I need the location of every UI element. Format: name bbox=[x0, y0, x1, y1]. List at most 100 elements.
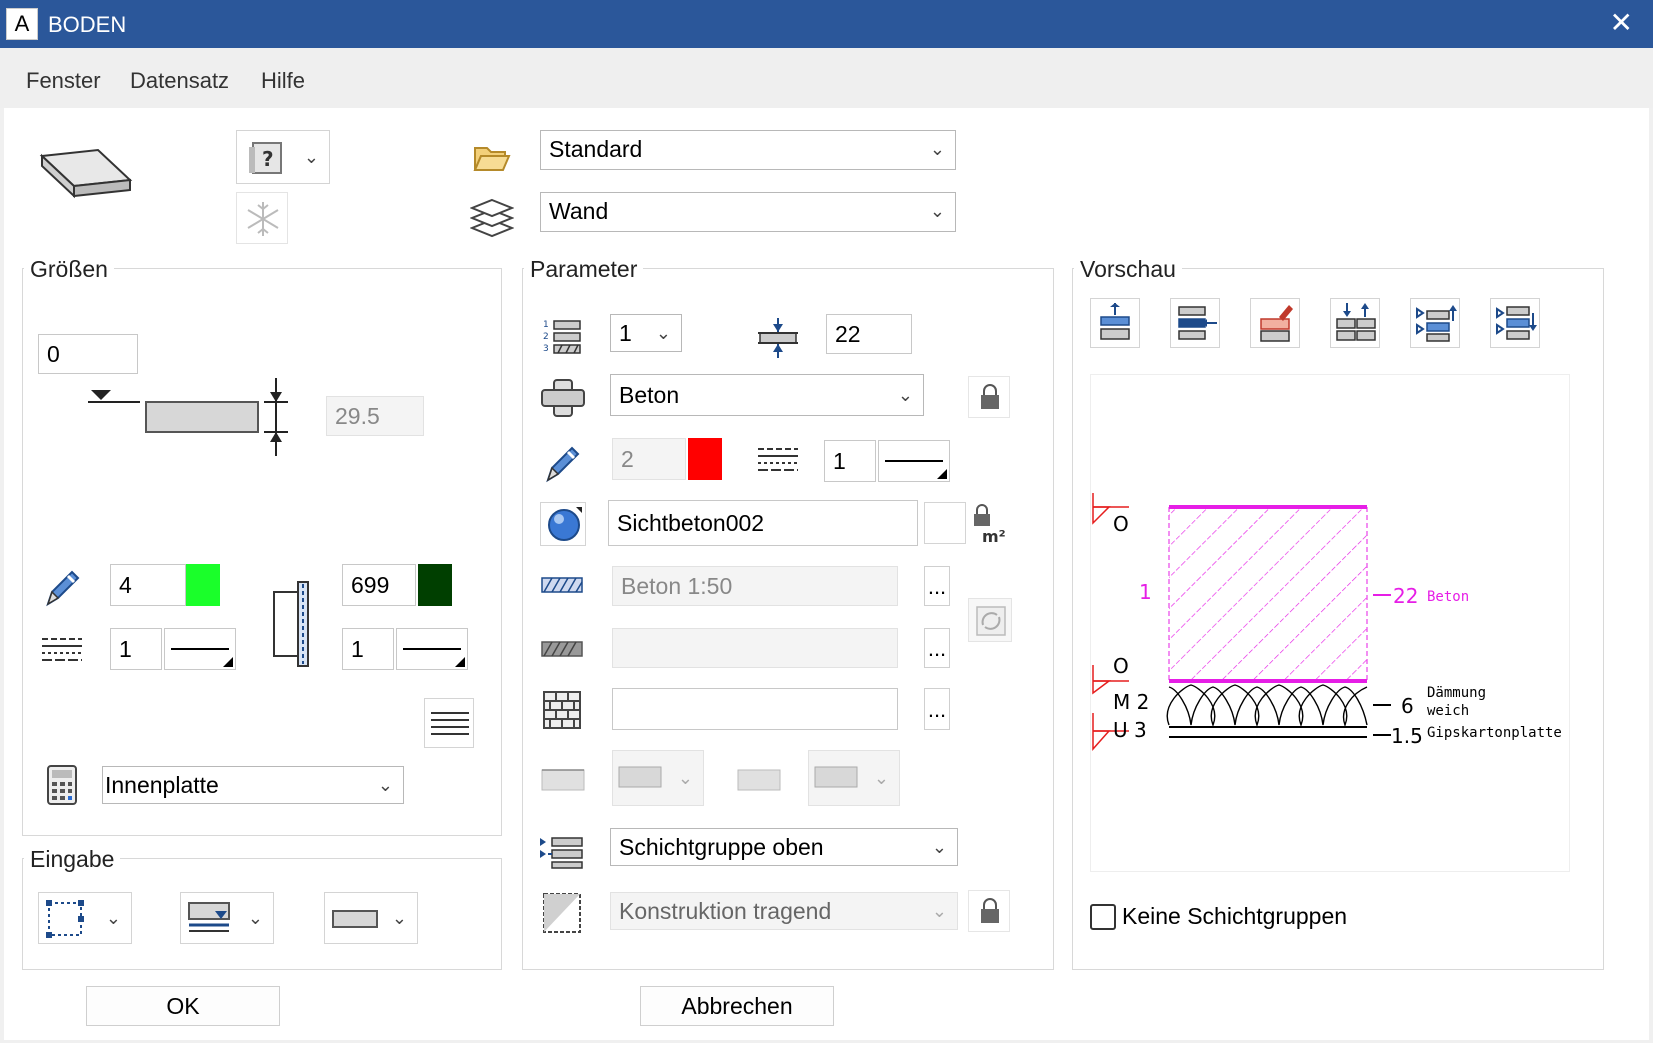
chevron-down-icon: ⌄ bbox=[931, 837, 947, 857]
layer-group-dropdown[interactable]: Schichtgruppe oben ⌄ bbox=[610, 828, 958, 866]
split-layer-button[interactable] bbox=[1330, 298, 1380, 348]
preview-layer1-num: 1 bbox=[1139, 580, 1152, 604]
svg-text:?: ? bbox=[262, 147, 274, 171]
window-title: BODEN bbox=[48, 12, 127, 37]
surface-color-button[interactable] bbox=[924, 502, 966, 544]
svg-text:3: 3 bbox=[543, 344, 549, 354]
shape-dropdown[interactable]: ⌄ bbox=[324, 892, 418, 944]
insert-above-icon bbox=[1100, 303, 1130, 340]
line-type-input[interactable]: 1 bbox=[110, 628, 162, 670]
layer-dropdown[interactable]: Wand ⌄ bbox=[540, 192, 956, 232]
preview-layer2-mat-2: weich bbox=[1427, 703, 1469, 719]
hatch-lines-button[interactable] bbox=[424, 698, 474, 748]
menu-hilfe[interactable]: Hilfe bbox=[261, 68, 305, 94]
menu-fenster[interactable]: Fenster bbox=[26, 68, 101, 94]
preview-layer3-thick: 1.5 bbox=[1391, 724, 1423, 748]
menu-bar: Fenster Datensatz Hilfe bbox=[0, 48, 1653, 108]
move-layer-down-button[interactable] bbox=[1490, 298, 1540, 348]
surface-line-icon bbox=[541, 769, 585, 791]
fill-input[interactable] bbox=[612, 688, 898, 730]
surface-area-lock-button[interactable]: m² bbox=[968, 500, 1010, 546]
layers-icon[interactable] bbox=[470, 196, 514, 238]
folder-open-icon[interactable] bbox=[472, 140, 512, 174]
no-layer-groups-label: Keine Schichtgruppen bbox=[1122, 903, 1348, 929]
line-style-picker[interactable] bbox=[164, 628, 236, 670]
menu-datensatz[interactable]: Datensatz bbox=[130, 68, 229, 94]
color-number-input[interactable]: 699 bbox=[342, 564, 416, 606]
color-swatch[interactable] bbox=[418, 564, 452, 606]
layer-group-icon bbox=[540, 837, 583, 869]
line-type-input-2[interactable]: 1 bbox=[342, 628, 394, 670]
hatch-icon bbox=[541, 577, 583, 593]
chevron-down-icon: ⌄ bbox=[247, 908, 263, 928]
svg-text:2: 2 bbox=[543, 332, 549, 342]
assign-attributes-button[interactable] bbox=[968, 598, 1012, 642]
material-lock-button[interactable] bbox=[968, 376, 1010, 418]
material-value: Beton bbox=[619, 382, 680, 408]
move-down-icon bbox=[1496, 306, 1537, 340]
hatch-more-button[interactable]: ... bbox=[924, 566, 950, 606]
fill-more-button[interactable]: ... bbox=[924, 688, 950, 730]
pen-thickness-input[interactable]: 4 bbox=[110, 564, 186, 606]
move-up-icon bbox=[1416, 305, 1457, 342]
layer-thickness-input[interactable]: 22 bbox=[826, 314, 912, 354]
hatch-input: Beton 1:50 bbox=[612, 566, 898, 606]
move-layer-up-button[interactable] bbox=[1410, 298, 1460, 348]
close-icon[interactable]: ✕ bbox=[1610, 6, 1633, 39]
help-style-dropdown[interactable]: ? ⌄ bbox=[236, 130, 330, 184]
freeze-button[interactable] bbox=[236, 192, 288, 244]
layer-line-type-input[interactable]: 1 bbox=[824, 440, 876, 482]
preview-layer2-thick: 6 bbox=[1401, 694, 1414, 718]
offset-input[interactable]: 0 bbox=[38, 334, 138, 374]
insert-layer-below-button[interactable] bbox=[1170, 298, 1220, 348]
app-icon: A bbox=[6, 8, 38, 40]
groessen-title: Größen bbox=[24, 256, 114, 283]
parallel-lines-icon bbox=[431, 712, 469, 735]
material-dropdown[interactable]: Beton ⌄ bbox=[610, 374, 924, 416]
reference-level-icon bbox=[188, 902, 230, 932]
split-layer-icon bbox=[1336, 303, 1376, 341]
preview-layer3-mat: Gipskartonplatte bbox=[1427, 725, 1562, 741]
title-bar: A BODEN ✕ bbox=[0, 0, 1653, 48]
pen-icon bbox=[546, 446, 580, 483]
calc-dropdown-value: Innenplatte bbox=[105, 772, 219, 798]
lock-icon bbox=[981, 384, 999, 409]
surface-button[interactable] bbox=[540, 502, 586, 546]
rectangle-points-icon bbox=[46, 900, 84, 938]
surface-input[interactable]: Sichtbeton002 bbox=[608, 500, 918, 546]
chevron-down-icon: ⌄ bbox=[873, 768, 889, 788]
svg-text:1: 1 bbox=[543, 320, 549, 330]
line-style-picker-2[interactable] bbox=[396, 628, 468, 670]
construction-lock-button[interactable] bbox=[968, 890, 1010, 932]
layer-pen-color-swatch[interactable] bbox=[688, 438, 722, 480]
preview-layer2-mat-1: Dämmung bbox=[1427, 685, 1486, 701]
pattern-more-button[interactable]: ... bbox=[924, 628, 950, 668]
input-mode-dropdown[interactable]: ⌄ bbox=[38, 892, 132, 944]
fill-style-dropdown: ⌄ bbox=[808, 750, 900, 806]
slab-shape-icon bbox=[332, 910, 378, 928]
layer-preview-drawing: O O M 2 U 3 1 22 Beton 6 Dämmung weich 1… bbox=[1092, 493, 1562, 751]
material-icon bbox=[541, 379, 585, 417]
insert-layer-above-button[interactable] bbox=[1090, 298, 1140, 348]
lock-m2-icon: m² bbox=[974, 504, 1006, 544]
favorite-dropdown[interactable]: Standard ⌄ bbox=[540, 130, 956, 170]
snowflake-icon bbox=[247, 202, 279, 236]
reference-dropdown[interactable]: ⌄ bbox=[180, 892, 274, 944]
construction-value: Konstruktion tragend bbox=[619, 898, 832, 924]
layer-line-style-picker[interactable] bbox=[878, 440, 950, 482]
layer-number-dropdown[interactable]: 1 ⌄ bbox=[610, 314, 682, 352]
preview-layer1-thick: 22 bbox=[1393, 584, 1418, 608]
ok-button[interactable]: OK bbox=[86, 986, 280, 1026]
chevron-down-icon: ⌄ bbox=[655, 323, 671, 343]
preview-u3: U 3 bbox=[1113, 718, 1147, 742]
calc-dropdown[interactable]: Innenplatte ⌄ bbox=[102, 766, 404, 804]
line-type-icon bbox=[758, 448, 798, 471]
delete-layer-button[interactable] bbox=[1250, 298, 1300, 348]
preview-canvas: O O M 2 U 3 1 22 Beton 6 Dämmung weich 1… bbox=[1090, 374, 1570, 872]
surface-style-dropdown: ⌄ bbox=[612, 750, 704, 806]
layer-dropdown-value: Wand bbox=[549, 198, 609, 224]
cancel-button[interactable]: Abbrechen bbox=[640, 986, 834, 1026]
chevron-down-icon: ⌄ bbox=[929, 201, 945, 221]
pen-color-swatch[interactable] bbox=[186, 564, 220, 606]
no-layer-groups-checkbox[interactable] bbox=[1090, 904, 1116, 930]
